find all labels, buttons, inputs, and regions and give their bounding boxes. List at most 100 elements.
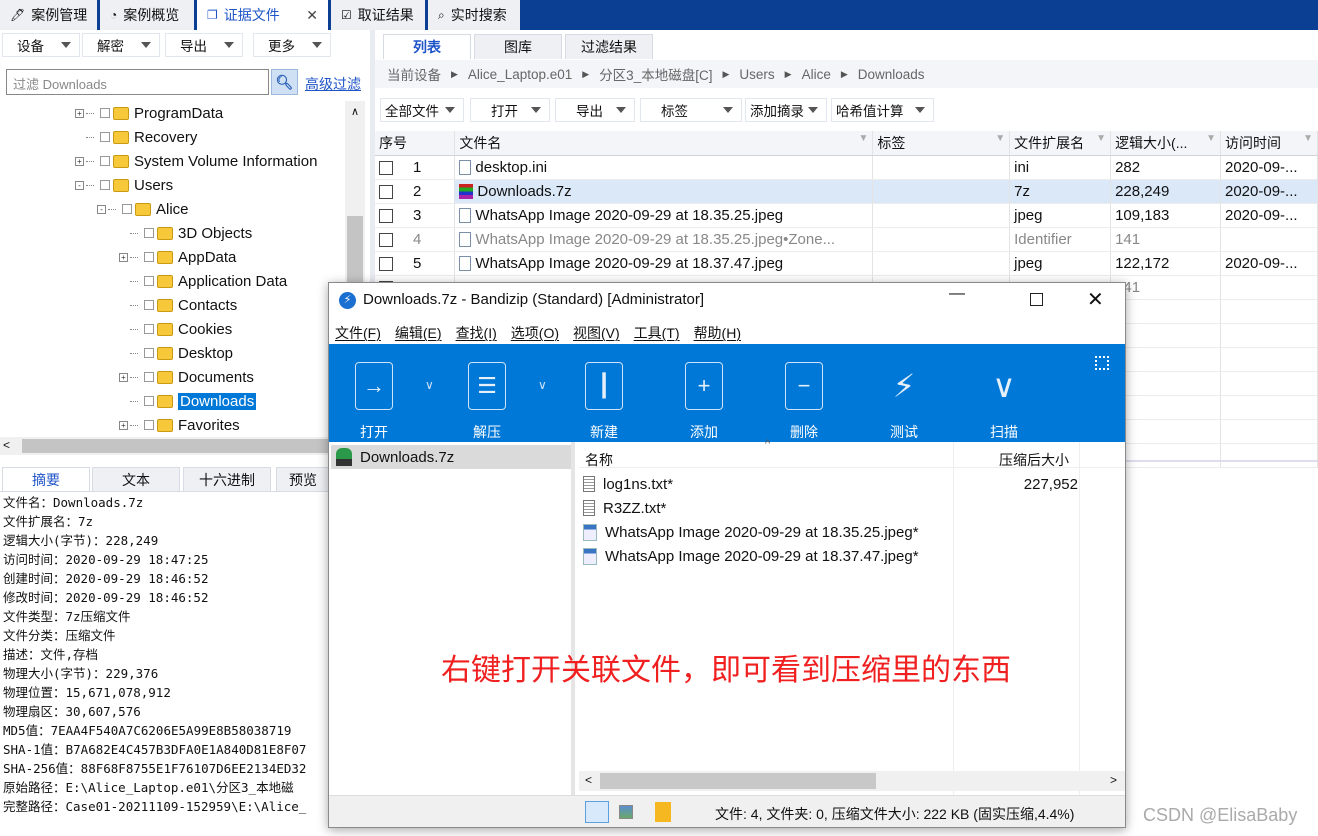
tree-node[interactable]: Cookies	[119, 317, 232, 341]
tool-test-button[interactable]: ⚡︎ 测试	[874, 362, 934, 442]
tree-node[interactable]: Application Data	[119, 269, 287, 293]
column-header[interactable]: 标签 ▼	[872, 131, 1011, 156]
column-header[interactable]: 逻辑大小(... ▼	[1110, 131, 1221, 156]
layout-icon[interactable]	[1095, 356, 1109, 370]
menu-item[interactable]: 查找(I)	[456, 323, 497, 343]
row-checkbox[interactable]	[379, 256, 393, 271]
expand-icon[interactable]: +	[75, 156, 84, 166]
row-checkbox[interactable]	[379, 232, 393, 247]
tool-delete-button[interactable]: − 删除	[774, 362, 834, 442]
close-button[interactable]: ✕	[1087, 287, 1104, 312]
checkbox[interactable]	[122, 204, 132, 214]
table-row[interactable]: 5 WhatsApp Image 2020-09-29 at 18.37.47.j…	[375, 251, 1318, 276]
detail-tab-3[interactable]: 预览	[276, 467, 330, 491]
advanced-filter-link[interactable]: 高级过滤	[305, 74, 361, 94]
checkbox[interactable]	[100, 108, 110, 118]
table-toolbar-4[interactable]: 添加摘录	[745, 98, 827, 122]
archive-node[interactable]: Downloads.7z	[331, 445, 571, 469]
table-toolbar-5[interactable]: 哈希值计算	[831, 98, 934, 122]
checkbox[interactable]	[100, 156, 110, 166]
column-header[interactable]: 序号	[375, 131, 456, 156]
expand-icon[interactable]: +	[75, 108, 84, 118]
tree-node[interactable]: - Alice	[97, 197, 189, 221]
row-checkbox[interactable]	[379, 184, 393, 199]
tab-4[interactable]: ⌕ 实时搜索	[428, 0, 523, 30]
row-checkbox[interactable]	[379, 208, 393, 223]
collapse-icon[interactable]: -	[97, 204, 106, 214]
table-toolbar-3[interactable]: 标签	[640, 98, 742, 122]
tree-node[interactable]: Downloads	[119, 389, 257, 413]
left-toolbar-2[interactable]: 导出	[165, 33, 243, 57]
tool-extract-button[interactable]: ☰ 解压	[457, 362, 517, 442]
checkbox[interactable]	[144, 348, 154, 358]
tree-node[interactable]: + Favorites	[119, 413, 240, 437]
left-toolbar-0[interactable]: 设备	[2, 33, 80, 57]
detail-tab-0[interactable]: 摘要	[2, 467, 90, 491]
header-compressed-size[interactable]: 压缩后大小	[999, 450, 1069, 470]
tree-node[interactable]: - Users	[75, 173, 173, 197]
tool-add-button[interactable]: + 添加	[674, 362, 734, 442]
breadcrumb-item[interactable]: 分区3_本地磁盘[C]	[599, 64, 712, 84]
tool-open-button[interactable]: → 打开	[344, 362, 404, 442]
checkbox[interactable]	[100, 132, 110, 142]
left-toolbar-1[interactable]: 解密	[82, 33, 160, 57]
checkbox[interactable]	[144, 372, 154, 382]
view-tab-0[interactable]: 列表	[383, 34, 471, 59]
tool-new-archive-button[interactable]: ┃ 新建	[574, 362, 634, 442]
folder-zip-icon[interactable]	[655, 802, 671, 822]
tree-node[interactable]: Contacts	[119, 293, 237, 317]
expand-icon[interactable]: +	[119, 372, 128, 382]
menu-item[interactable]: 编辑(E)	[395, 323, 442, 343]
checkbox[interactable]	[100, 180, 110, 190]
detail-tab-1[interactable]: 文本	[92, 467, 180, 491]
checkbox[interactable]	[144, 228, 154, 238]
menu-item[interactable]: 帮助(H)	[694, 323, 741, 343]
breadcrumb-item[interactable]: Users	[739, 67, 774, 82]
breadcrumb-item[interactable]: 当前设备	[387, 64, 441, 84]
detail-tab-2[interactable]: 十六进制	[183, 467, 271, 491]
tab-2[interactable]: ❐ 证据文件 ✕	[197, 0, 331, 30]
breadcrumb-item[interactable]: Alice_Laptop.e01	[468, 67, 572, 82]
table-toolbar-1[interactable]: 打开	[470, 98, 550, 122]
column-header[interactable]: 文件扩展名 ▼	[1009, 131, 1112, 156]
row-checkbox[interactable]	[379, 160, 393, 175]
extract-dropdown-caret[interactable]: ∨	[538, 378, 547, 392]
checkbox[interactable]	[144, 300, 154, 310]
minimize-button[interactable]: —	[949, 285, 965, 303]
tab-1[interactable]: ◔ 案例概览	[100, 0, 197, 30]
filter-icon[interactable]: ▼	[1096, 133, 1106, 144]
close-tab-icon[interactable]: ✕	[306, 7, 318, 24]
archive-file-row[interactable]: log1ns.txt* 227,952	[583, 472, 1078, 496]
list-hscrollbar[interactable]: < >	[579, 771, 1125, 791]
search-icon[interactable]: 🔍︎	[271, 69, 298, 95]
archive-file-row[interactable]: WhatsApp Image 2020-09-29 at 18.37.47.jp…	[583, 544, 1078, 568]
header-name[interactable]: 名称	[585, 450, 613, 470]
tab-0[interactable]: 🖊︎ 案例管理	[0, 0, 100, 30]
checkbox[interactable]	[144, 324, 154, 334]
menu-item[interactable]: 选项(O)	[511, 323, 559, 343]
archive-file-row[interactable]: R3ZZ.txt*	[583, 496, 1078, 520]
column-header[interactable]: 访问时间 ▼	[1220, 131, 1318, 156]
details-view-icon[interactable]	[585, 801, 609, 823]
tree-node[interactable]: + Documents	[119, 365, 254, 389]
expand-icon[interactable]: +	[119, 420, 128, 430]
filter-icon[interactable]: ▼	[1206, 133, 1216, 144]
filter-icon[interactable]: ▼	[995, 133, 1005, 144]
breadcrumb-item[interactable]: Downloads	[858, 67, 925, 82]
checkbox[interactable]	[144, 252, 154, 262]
tree-node[interactable]: 3D Objects	[119, 221, 252, 245]
table-toolbar-0[interactable]: 全部文件	[380, 98, 464, 122]
filter-icon[interactable]: ▼	[858, 133, 868, 144]
menu-item[interactable]: 工具(T)	[634, 323, 680, 343]
checkbox[interactable]	[144, 396, 154, 406]
table-row[interactable]: 4 WhatsApp Image 2020-09-29 at 18.35.25.j…	[375, 227, 1318, 252]
tool-scan-button[interactable]: ∨ 扫描	[974, 362, 1034, 442]
view-tab-1[interactable]: 图库	[474, 34, 562, 59]
filter-icon[interactable]: ▼	[1303, 133, 1313, 144]
tree-node[interactable]: + System Volume Information	[75, 149, 317, 173]
maximize-button[interactable]	[1030, 293, 1043, 306]
column-header[interactable]: 文件名 ▼	[454, 131, 874, 156]
archive-file-row[interactable]: WhatsApp Image 2020-09-29 at 18.35.25.jp…	[583, 520, 1078, 544]
open-dropdown-caret[interactable]: ∨	[425, 378, 434, 392]
table-toolbar-2[interactable]: 导出	[555, 98, 635, 122]
